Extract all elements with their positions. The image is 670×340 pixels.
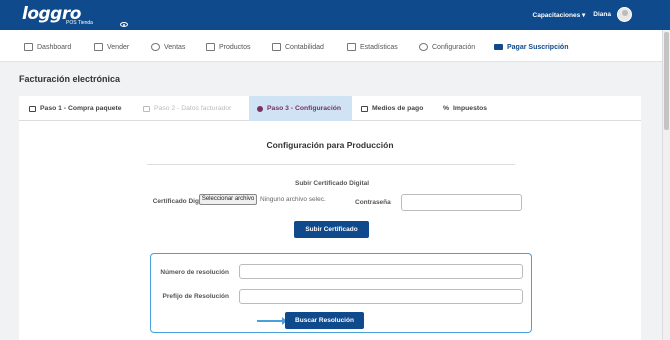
file-status: Ninguno archivo selec.: [260, 196, 326, 203]
nav-item-estadisticas[interactable]: Estadísticas: [347, 41, 398, 53]
tab-medios-de-pago[interactable]: Medios de pago: [353, 96, 431, 121]
eye-icon[interactable]: [120, 22, 128, 27]
gear-icon: [257, 105, 263, 112]
card-icon: [494, 44, 503, 50]
tab-impuestos[interactable]: % Impuestos: [435, 96, 495, 121]
divider: [147, 164, 515, 165]
choose-file-button[interactable]: Seleccionar archivo: [199, 194, 257, 205]
upload-certificate-button[interactable]: Subir Certificado: [294, 221, 369, 238]
capacitaciones-dropdown[interactable]: Capacitaciones ▾: [533, 11, 586, 19]
nav-item-ventas[interactable]: Ventas: [151, 41, 185, 53]
tab-label: Impuestos: [453, 105, 488, 112]
truck-icon: [143, 105, 150, 112]
ledger-icon: [272, 43, 281, 51]
config-title: Configuración para Producción: [266, 140, 394, 150]
tab-paso-3[interactable]: Paso 3 - Configuración: [249, 96, 352, 121]
box-icon: [206, 43, 215, 51]
top-bar: loggro POS Tienda Capacitaciones ▾ Diana…: [0, 0, 670, 30]
nav-item-productos[interactable]: Productos: [206, 41, 251, 53]
nav-item-label: Configuración: [432, 43, 476, 51]
cart-icon: [94, 43, 103, 51]
search-resolution-button[interactable]: Buscar Resolución: [285, 312, 364, 329]
upload-section-label: Subir Certificado Digital: [295, 180, 370, 187]
nav-item-dashboard[interactable]: Dashboard: [24, 41, 71, 53]
nav-item-pagar-suscripcion[interactable]: Pagar Suscripción: [494, 41, 568, 53]
nav-item-vender[interactable]: Vender: [94, 41, 129, 53]
nav-item-label: Dashboard: [37, 43, 72, 51]
config-card: Configuración para Producción Subir Cert…: [19, 121, 641, 340]
dollar-icon: [151, 43, 160, 51]
nav-item-label: Ventas: [164, 43, 186, 51]
main-nav: Dashboard Vender Ventas Productos Contab…: [0, 30, 662, 62]
nav-item-contabilidad[interactable]: Contabilidad: [272, 41, 324, 53]
logo-subtitle: POS Tienda: [66, 20, 93, 26]
page-scrollbar[interactable]: [662, 30, 670, 340]
tab-label: Paso 3 - Configuración: [267, 105, 342, 112]
password-label: Contraseña: [355, 199, 391, 206]
resolution-prefix-label: Prefijo de Resolución: [162, 293, 229, 300]
tab-paso-1[interactable]: Paso 1 - Compra paquete: [21, 96, 130, 121]
money-icon: [361, 105, 368, 112]
nav-item-label: Pagar Suscripción: [507, 43, 569, 51]
resolution-number-input[interactable]: [239, 264, 523, 279]
resolution-box: Número de resolución Prefijo de Resoluci…: [150, 253, 532, 333]
page-title: Facturación electrónica: [19, 74, 121, 84]
gear-icon: [419, 43, 428, 51]
avatar[interactable]: [617, 7, 632, 22]
percent-icon: %: [443, 105, 450, 112]
tab-label: Paso 2 - Datos facturador: [154, 105, 232, 112]
nav-item-label: Productos: [219, 43, 251, 51]
tab-label: Paso 1 - Compra paquete: [40, 105, 122, 112]
logo[interactable]: loggro POS Tienda: [18, 4, 128, 28]
cart-icon: [29, 105, 36, 112]
password-input[interactable]: [401, 194, 522, 211]
nav-item-label: Estadísticas: [360, 43, 398, 51]
nav-item-label: Contabilidad: [285, 43, 324, 51]
tab-paso-2: Paso 2 - Datos facturador: [135, 96, 239, 121]
step-tabs: Paso 1 - Compra paquete Paso 2 - Datos f…: [19, 96, 641, 121]
tab-label: Medios de pago: [372, 105, 424, 112]
dashboard-icon: [24, 43, 33, 51]
chart-icon: [347, 43, 356, 51]
top-right-controls: Capacitaciones ▾ Diana 0: [533, 9, 630, 20]
resolution-number-label: Número de resolución: [160, 269, 229, 276]
resolution-prefix-input[interactable]: [239, 289, 523, 304]
nav-item-configuracion[interactable]: Configuración: [419, 41, 475, 53]
nav-item-label: Vender: [107, 43, 130, 51]
arrow-right-icon: [257, 317, 287, 325]
scroll-thumb[interactable]: [664, 32, 669, 130]
user-name[interactable]: Diana: [593, 11, 611, 18]
